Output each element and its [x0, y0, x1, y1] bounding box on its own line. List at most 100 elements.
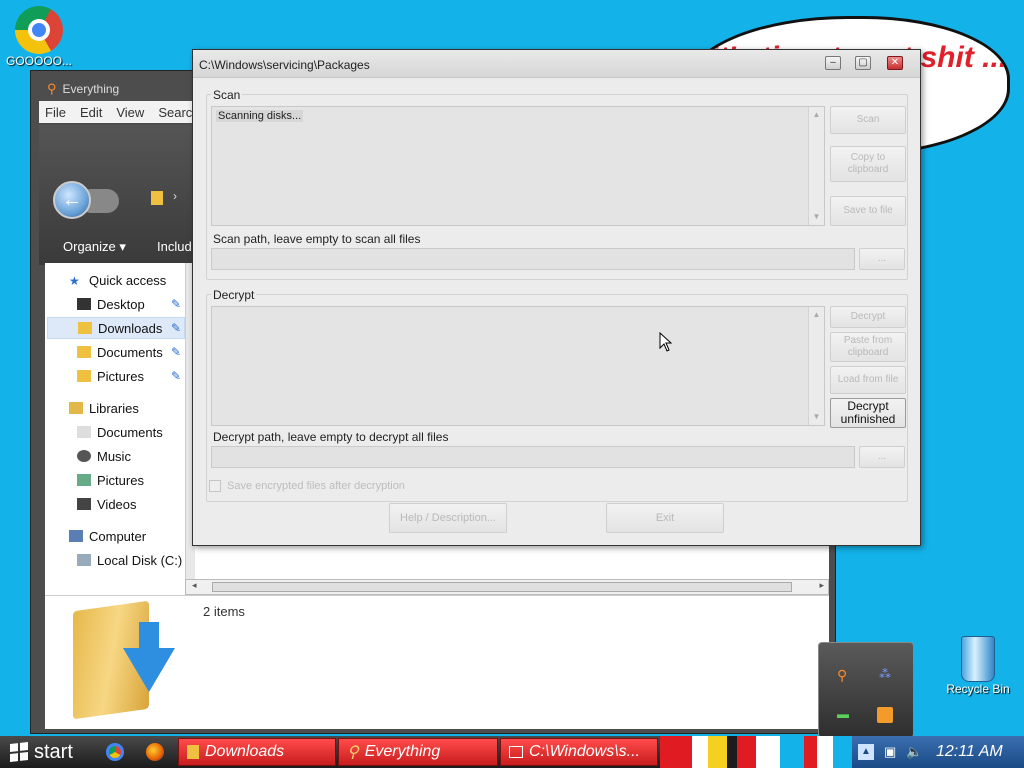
close-button[interactable]: ✕ — [887, 56, 903, 70]
network-tray-icon[interactable]: ▬ — [837, 707, 849, 721]
nav-item-documents[interactable]: Documents — [77, 341, 163, 363]
scroll-right-icon[interactable]: ▸ — [819, 580, 824, 591]
task-label: Everything — [364, 743, 441, 760]
app-tray-icon[interactable]: ⁂ — [879, 667, 891, 681]
scan-output-text: Scanning disks... — [216, 110, 304, 122]
save-encrypted-option[interactable]: Save encrypted files after decryption — [209, 480, 405, 492]
scrollbar-thumb[interactable] — [212, 582, 792, 592]
save-encrypted-label: Save encrypted files after decryption — [227, 480, 405, 492]
decrypt-unfinished-button[interactable]: Decrypt unfinished — [830, 398, 906, 428]
recycle-bin-label: Recycle Bin — [946, 682, 1010, 696]
everything-tray-icon[interactable]: ⚲ — [837, 667, 847, 684]
pin-icon[interactable]: ✎ — [171, 345, 181, 359]
clock[interactable]: 12:11 AM — [936, 743, 1003, 761]
downloads-folder-icon — [78, 322, 92, 334]
windows-logo-icon — [10, 742, 28, 762]
scroll-down-icon[interactable]: ▼ — [809, 409, 824, 425]
decrypt-group-label: Decrypt — [211, 288, 257, 302]
scan-path-browse-button[interactable]: ... — [859, 248, 905, 270]
nav-item-computer[interactable]: Computer — [69, 525, 146, 547]
task-decryptor[interactable]: C:\Windows\s... — [500, 738, 658, 766]
load-from-file-button[interactable]: Load from file — [830, 366, 906, 394]
chrome-icon — [15, 6, 63, 54]
taskbar: start Downloads ⚲ Everything C:\Windows\… — [0, 736, 1024, 768]
volume-icon[interactable]: 🔈 — [906, 744, 922, 760]
include-in-library-button[interactable]: Includ — [157, 239, 192, 254]
start-label: start — [34, 740, 73, 763]
scroll-up-icon[interactable]: ▲ — [809, 107, 824, 123]
menu-edit[interactable]: Edit — [80, 105, 102, 120]
decrypt-input-textarea[interactable]: ▲ ▼ — [211, 306, 825, 426]
wallpaper-strip — [692, 736, 852, 768]
save-encrypted-checkbox[interactable] — [209, 480, 221, 492]
chrome-desktop-shortcut[interactable]: GOOOOO... — [4, 6, 74, 68]
paste-from-clipboard-button[interactable]: Paste from clipboard — [830, 332, 906, 362]
maximize-button[interactable]: ▢ — [855, 56, 871, 70]
nav-item-lib-pictures[interactable]: Pictures — [77, 469, 144, 491]
folder-icon — [151, 191, 163, 205]
chevron-right-icon[interactable]: › — [173, 189, 177, 203]
scroll-up-icon[interactable]: ▲ — [809, 307, 824, 323]
scroll-left-icon[interactable]: ◂ — [192, 580, 197, 591]
decryptor-dialog: C:\Windows\servicing\Packages – ▢ ✕ Scan… — [192, 49, 921, 546]
firefox-quicklaunch-icon[interactable] — [146, 743, 164, 761]
nav-item-pictures[interactable]: Pictures — [77, 365, 144, 387]
show-hidden-icons-icon[interactable]: ▲ — [858, 744, 874, 760]
pin-icon[interactable]: ✎ — [171, 369, 181, 383]
scan-output-scrollbar[interactable]: ▲ ▼ — [808, 107, 824, 225]
scan-path-label: Scan path, leave empty to scan all files — [213, 232, 421, 246]
download-arrow-head-icon — [123, 648, 175, 692]
pin-icon[interactable]: ✎ — [171, 297, 181, 311]
decrypt-path-browse-button[interactable]: ... — [859, 446, 905, 468]
decrypt-button[interactable]: Decrypt — [830, 306, 906, 328]
start-button[interactable]: start — [2, 738, 94, 766]
menu-view[interactable]: View — [116, 105, 144, 120]
decrypt-path-input[interactable] — [211, 446, 855, 468]
scan-button[interactable]: Scan — [830, 106, 906, 134]
scroll-down-icon[interactable]: ▼ — [809, 209, 824, 225]
nav-item-label: Local Disk (C:) — [97, 552, 183, 568]
menu-file[interactable]: File — [45, 105, 66, 120]
nav-item-videos[interactable]: Videos — [77, 493, 137, 515]
navigation-pane: ★ Quick access Desktop ✎ Downloads ✎ Doc… — [45, 263, 185, 615]
nav-item-downloads[interactable]: Downloads — [47, 317, 185, 339]
star-icon: ★ — [69, 274, 80, 288]
save-to-file-button[interactable]: Save to file — [830, 196, 906, 226]
nav-item-desktop[interactable]: Desktop — [77, 293, 145, 315]
recycle-bin-icon — [961, 636, 995, 682]
exit-button[interactable]: Exit — [606, 503, 724, 533]
menu-search[interactable]: Searc — [158, 105, 192, 120]
copy-to-clipboard-button[interactable]: Copy to clipboard — [830, 146, 906, 182]
search-icon: ⚲ — [47, 81, 57, 96]
task-downloads[interactable]: Downloads — [178, 738, 336, 766]
computer-icon — [69, 530, 83, 542]
nav-item-label: Computer — [89, 528, 147, 544]
nav-item-local-disk[interactable]: Local Disk (C:) — [77, 549, 182, 571]
help-description-button[interactable]: Help / Description... — [389, 503, 507, 533]
nav-item-label: Downloads — [98, 320, 163, 336]
chrome-quicklaunch-icon[interactable] — [106, 743, 124, 761]
horizontal-scrollbar[interactable]: ◂ ▸ — [185, 579, 829, 595]
nav-item-label: Pictures — [97, 472, 144, 488]
dialog-title: C:\Windows\servicing\Packages — [199, 58, 370, 72]
nav-item-quick-access[interactable]: ★ Quick access — [69, 269, 166, 291]
minimize-button[interactable]: – — [825, 56, 841, 70]
nav-item-lib-documents[interactable]: Documents — [77, 421, 163, 443]
scan-path-input[interactable] — [211, 248, 855, 270]
organize-button[interactable]: Organize ▾ — [63, 239, 126, 255]
details-pane: 2 items — [45, 595, 829, 729]
pin-icon[interactable]: ✎ — [171, 321, 181, 335]
decrypt-input-scrollbar[interactable]: ▲ ▼ — [808, 307, 824, 425]
network-icon[interactable]: ▣ — [884, 744, 896, 760]
pictures-icon — [77, 370, 91, 382]
task-label: Downloads — [205, 743, 285, 760]
update-tray-icon[interactable] — [877, 707, 893, 723]
nav-item-label: Desktop — [97, 296, 145, 312]
task-everything[interactable]: ⚲ Everything — [338, 738, 498, 766]
nav-item-libraries[interactable]: Libraries — [69, 397, 139, 419]
recycle-bin-shortcut[interactable]: Recycle Bin — [938, 636, 1018, 696]
disk-icon — [77, 554, 91, 566]
nav-item-music[interactable]: Music — [77, 445, 131, 467]
scan-output-textarea[interactable]: Scanning disks... ▲ ▼ — [211, 106, 825, 226]
back-button[interactable]: ← — [53, 181, 91, 219]
